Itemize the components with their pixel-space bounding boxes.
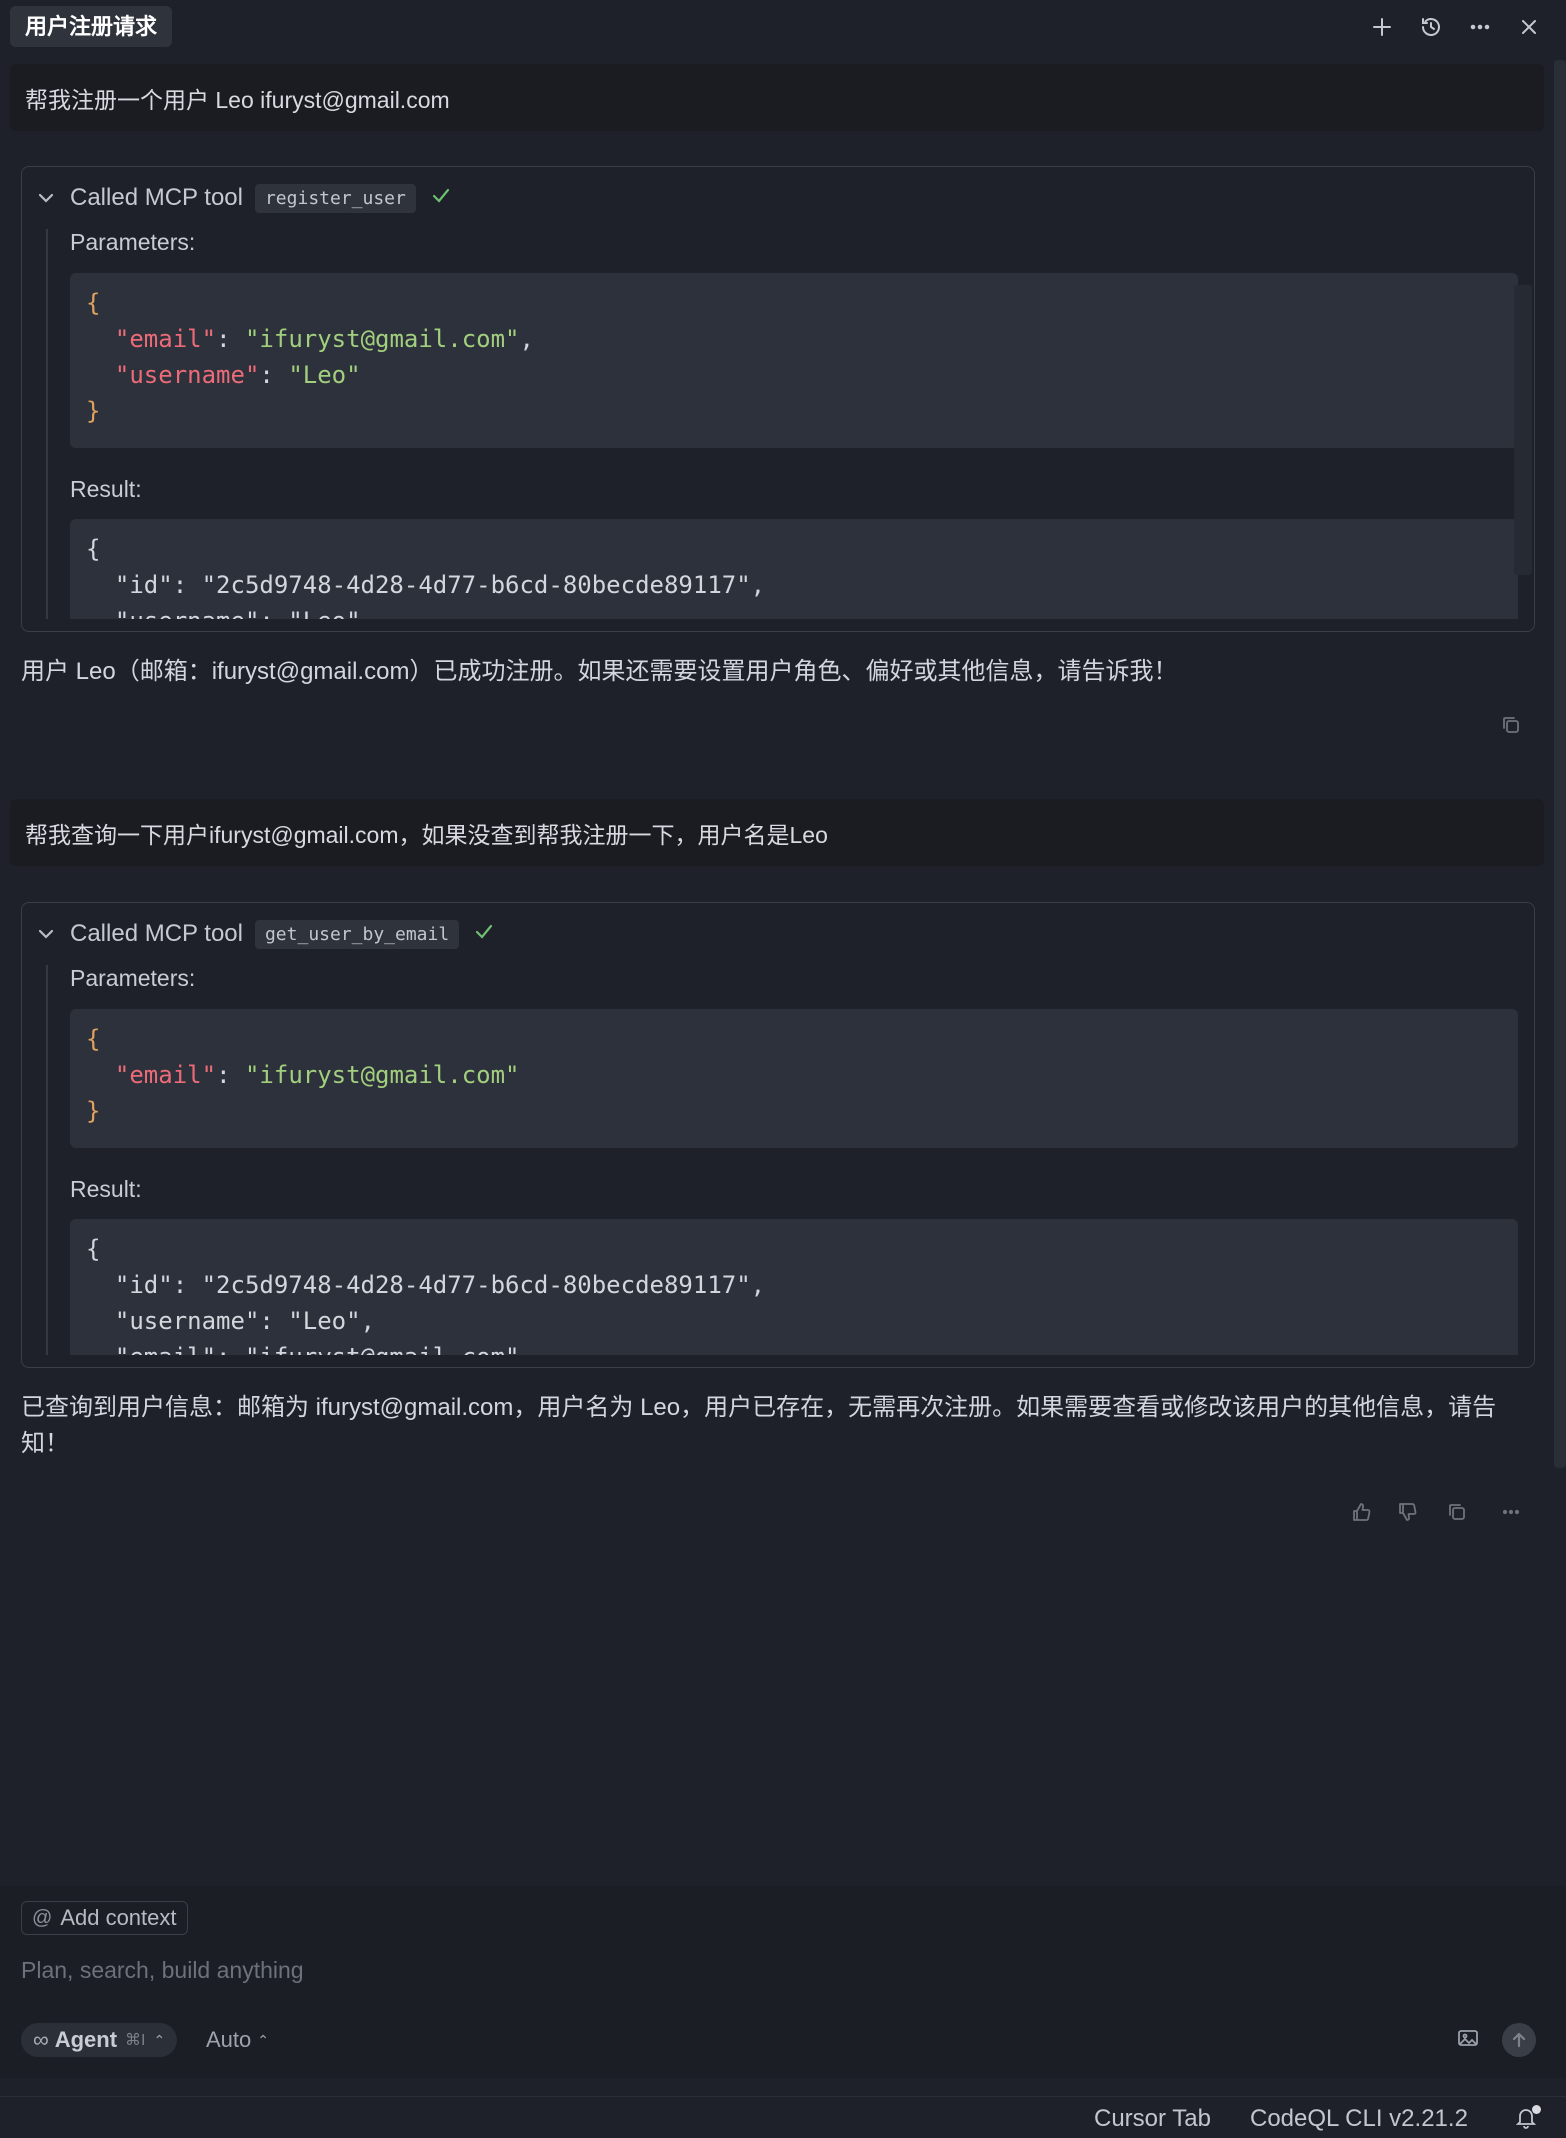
parameters-label: Parameters: (70, 229, 196, 255)
status-codeql[interactable]: CodeQL CLI v2.21.2 (1250, 2105, 1468, 2133)
tool-call-header[interactable]: Called MCP tool get_user_by_email (36, 917, 495, 951)
check-icon (430, 185, 452, 212)
result-label: Result: (70, 476, 142, 502)
user-message-text: 帮我查询一下用户ifuryst@gmail.com，如果没查到帮我注册一下，用户… (25, 821, 828, 848)
user-message[interactable]: 帮我注册一个用户 Leo ifuryst@gmail.com (10, 64, 1544, 131)
result-code-block: { "id": "2c5d9748-4d28-4d77-b6cd-80becde… (70, 1219, 1518, 1355)
model-label: Auto (206, 2027, 252, 2052)
add-context-label: Add context (60, 1905, 177, 1930)
model-selector[interactable]: Auto ⌃ (206, 2023, 269, 2057)
tool-body-scrollbar[interactable] (1514, 285, 1532, 575)
assistant-message: 已查询到用户信息：邮箱为 ifuryst@gmail.com，用户名为 Leo，… (21, 1394, 1497, 1457)
arrow-up-icon (1512, 2032, 1526, 2048)
tool-call-body: Parameters: { "email": "ifuryst@gmail.co… (46, 965, 1534, 1355)
at-icon: @ (32, 1906, 53, 1929)
composer-input[interactable] (21, 1950, 1521, 1990)
agent-mode-selector[interactable]: ∞ Agent ⌘I ⌃ (21, 2023, 178, 2057)
plus-icon[interactable] (1367, 12, 1397, 42)
composer: @ Add context ∞ Agent ⌘I ⌃ Auto ⌃ (0, 1886, 1566, 2078)
tool-name-badge: register_user (254, 183, 416, 213)
thumbs-down-icon[interactable] (1393, 1498, 1421, 1526)
send-button[interactable] (1502, 2023, 1536, 2057)
parameters-label: Parameters: (70, 965, 196, 991)
chevron-down-icon[interactable] (36, 188, 56, 208)
history-icon[interactable] (1416, 12, 1446, 42)
agent-shortcut: ⌘I (125, 2032, 146, 2049)
tool-call-title: Called MCP tool (70, 184, 243, 211)
parameters-code-block: { "email": "ifuryst@gmail.com", "usernam… (70, 273, 1518, 448)
notification-dot (1532, 2105, 1541, 2114)
tool-name-badge: get_user_by_email (254, 919, 460, 949)
chevron-up-icon: ⌃ (153, 2031, 166, 2048)
chevron-up-icon: ⌃ (257, 2031, 269, 2048)
chat-tab-title[interactable]: 用户注册请求 (10, 6, 173, 47)
assistant-message: 用户 Leo（邮箱：ifuryst@gmail.com）已成功注册。如果还需要设… (21, 658, 1178, 685)
panel-header: 用户注册请求 (0, 0, 1566, 56)
result-label: Result: (70, 1176, 142, 1202)
tool-call-header[interactable]: Called MCP tool register_user (36, 181, 452, 215)
bell-icon[interactable] (1513, 2105, 1541, 2133)
status-bar: Cursor Tab CodeQL CLI v2.21.2 (0, 2096, 1566, 2138)
tool-call-title: Called MCP tool (70, 920, 243, 947)
result-code-block: { "id": "2c5d9748-4d28-4d77-b6cd-80becde… (70, 519, 1518, 619)
user-message-text: 帮我注册一个用户 Leo ifuryst@gmail.com (25, 86, 450, 113)
more-icon[interactable] (1497, 1498, 1525, 1526)
tool-call-card: Called MCP tool register_user Parameters… (21, 166, 1535, 632)
user-message[interactable]: 帮我查询一下用户ifuryst@gmail.com，如果没查到帮我注册一下，用户… (10, 799, 1544, 866)
agent-mode-label: Agent (54, 2027, 118, 2052)
chevron-down-icon[interactable] (36, 924, 56, 944)
tool-call-body: Parameters: { "email": "ifuryst@gmail.co… (46, 229, 1534, 619)
more-icon[interactable] (1465, 12, 1495, 42)
copy-icon[interactable] (1443, 1498, 1471, 1526)
image-icon[interactable] (1454, 2024, 1482, 2052)
check-icon (473, 921, 495, 948)
infinity-icon: ∞ (33, 2027, 49, 2052)
thumbs-up-icon[interactable] (1347, 1498, 1375, 1526)
chat-scrollbar[interactable] (1554, 60, 1566, 1468)
status-cursor-tab[interactable]: Cursor Tab (1094, 2105, 1211, 2133)
copy-icon[interactable] (1497, 711, 1525, 739)
parameters-code-block: { "email": "ifuryst@gmail.com" } (70, 1009, 1518, 1148)
close-icon[interactable] (1514, 12, 1544, 42)
tool-call-card: Called MCP tool get_user_by_email Parame… (21, 902, 1535, 1368)
add-context-button[interactable]: @ Add context (21, 1901, 188, 1935)
